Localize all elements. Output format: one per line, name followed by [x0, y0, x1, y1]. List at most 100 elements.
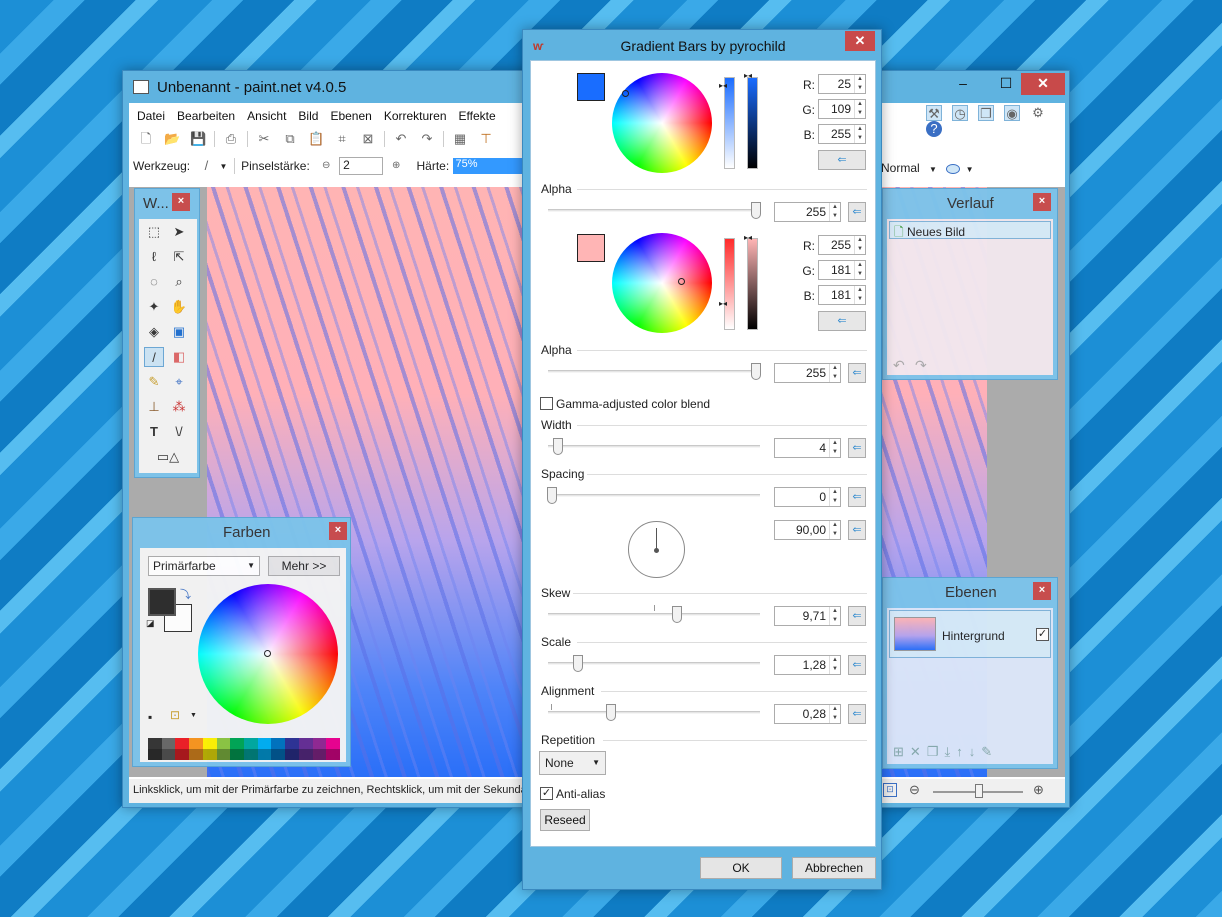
dialog-close-button[interactable]: ✕	[845, 31, 875, 51]
skew-slider-thumb[interactable]	[672, 606, 682, 623]
palette-swatch[interactable]	[312, 738, 327, 749]
lasso-select-icon[interactable]: ℓ	[144, 247, 164, 267]
alignment-reset-button[interactable]: ⇐	[848, 704, 866, 724]
angle-input[interactable]: 90,00 ▲ ▼	[774, 520, 841, 540]
menu-ansicht[interactable]: Ansicht	[241, 105, 292, 123]
spin-arrows-icon[interactable]: ▲ ▼	[829, 607, 840, 625]
spacing-slider-thumb[interactable]	[547, 487, 557, 504]
palette-swatch[interactable]	[326, 749, 340, 760]
spin-arrows-icon[interactable]: ▲ ▼	[829, 656, 840, 674]
color2-r-input[interactable]: 255 ▲ ▼	[818, 235, 866, 255]
palette-swatch[interactable]	[202, 738, 217, 749]
palette-swatch[interactable]	[175, 749, 190, 760]
palette-swatch[interactable]	[189, 738, 203, 749]
color-target-select[interactable]: Primärfarbe ▼	[148, 556, 260, 576]
paintbrush-tool-icon[interactable]: /	[144, 347, 164, 367]
palette-swatch[interactable]	[230, 749, 244, 760]
width-slider-thumb[interactable]	[553, 438, 563, 455]
color-picker-icon[interactable]: ⌖	[169, 372, 189, 392]
alpha1-reset-button[interactable]: ⇐	[848, 202, 866, 222]
spin-arrows-icon[interactable]: ▲ ▼	[829, 439, 840, 457]
alpha2-slider-thumb[interactable]	[751, 363, 761, 380]
menu-bearbeiten[interactable]: Bearbeiten	[171, 105, 241, 123]
color1-b-input[interactable]: 255 ▲ ▼	[818, 124, 866, 144]
spin-arrows-icon[interactable]: ▲ ▼	[854, 100, 865, 118]
redo-icon[interactable]: ↷	[915, 357, 927, 374]
cut-icon[interactable]: ✂	[256, 131, 272, 147]
tools-palette-close-icon[interactable]: ×	[172, 193, 190, 211]
scale-reset-button[interactable]: ⇐	[848, 655, 866, 675]
gradient-tool-icon[interactable]: ▣	[169, 322, 189, 342]
colors-toggle-icon[interactable]: ◉	[1004, 105, 1020, 121]
increase-brush-icon[interactable]: ⊕	[388, 158, 404, 174]
spin-arrows-icon[interactable]: ▲ ▼	[854, 261, 865, 279]
print-icon[interactable]: ⎙	[223, 131, 239, 147]
skew-input[interactable]: 9,71 ▲ ▼	[774, 606, 841, 626]
ok-button[interactable]: OK	[700, 857, 782, 879]
spin-arrows-icon[interactable]: ▲ ▼	[829, 203, 840, 221]
primary-color-swatch[interactable]	[148, 588, 176, 616]
maximize-button[interactable]: ☐	[991, 73, 1021, 95]
shapes-tool-icon[interactable]: ▭△	[153, 447, 183, 467]
add-layer-icon[interactable]: ⊞	[893, 744, 910, 759]
reset-colors-icon[interactable]: ◪	[146, 618, 155, 629]
move-selected-icon[interactable]: ⇱	[169, 247, 189, 267]
delete-layer-icon[interactable]: ✕	[910, 744, 927, 759]
history-palette-close-icon[interactable]: ×	[1033, 193, 1051, 211]
alpha1-input[interactable]: 255 ▲ ▼	[774, 202, 841, 222]
more-colors-button[interactable]: Mehr >>	[268, 556, 340, 576]
color2-wheel[interactable]	[612, 233, 712, 333]
undo-icon[interactable]: ↶	[393, 131, 409, 147]
redo-icon[interactable]: ↷	[419, 131, 435, 147]
help-icon[interactable]: ?	[926, 121, 942, 137]
tools-toggle-icon[interactable]: ⚒	[926, 105, 942, 121]
color2-saturation-bar[interactable]	[724, 238, 735, 330]
hardness-slider[interactable]: 75%	[452, 158, 533, 174]
scale-slider-thumb[interactable]	[573, 655, 583, 672]
add-color-icon[interactable]: ▪	[148, 710, 152, 724]
palette-swatch[interactable]	[148, 749, 162, 760]
pencil-icon[interactable]: ✎	[144, 372, 164, 392]
deselect-icon[interactable]: ⊠	[360, 131, 376, 147]
save-icon[interactable]: 💾	[190, 131, 206, 147]
text-tool-icon[interactable]: T	[144, 422, 164, 442]
palette-swatch[interactable]	[257, 749, 272, 760]
palette-swatch[interactable]	[298, 738, 313, 749]
alignment-slider-thumb[interactable]	[606, 704, 616, 721]
palette-swatch[interactable]	[175, 738, 190, 749]
open-icon[interactable]: 📂	[164, 131, 180, 147]
color2-swatch[interactable]	[577, 234, 605, 262]
spin-arrows-icon[interactable]: ▲ ▼	[854, 75, 865, 93]
reseed-button[interactable]: Reseed	[540, 809, 590, 831]
brush-width-input[interactable]: 2	[339, 157, 384, 175]
palette-swatch[interactable]	[257, 738, 272, 749]
magic-wand-icon[interactable]: ✦	[144, 297, 164, 317]
alpha2-slider-track[interactable]	[548, 370, 760, 373]
spacing-slider-track[interactable]	[548, 494, 760, 497]
layers-toggle-icon[interactable]: ❐	[978, 105, 994, 121]
spin-arrows-icon[interactable]: ▲ ▼	[829, 488, 840, 506]
spacing-input[interactable]: 0 ▲ ▼	[774, 487, 841, 507]
width-input[interactable]: 4 ▲ ▼	[774, 438, 841, 458]
menu-ebenen[interactable]: Ebenen	[324, 105, 377, 123]
decrease-brush-icon[interactable]: ⊖	[318, 158, 334, 174]
copy-icon[interactable]: ⧉	[282, 131, 298, 147]
antialias-icon[interactable]	[946, 163, 961, 174]
menu-bild[interactable]: Bild	[292, 105, 324, 123]
palette-swatch[interactable]	[216, 749, 231, 760]
color2-g-input[interactable]: 181 ▲ ▼	[818, 260, 866, 280]
scale-input[interactable]: 1,28 ▲ ▼	[774, 655, 841, 675]
paste-icon[interactable]: 📋	[308, 131, 324, 147]
menu-datei[interactable]: Datei	[131, 105, 171, 123]
palette-swatch[interactable]	[244, 749, 258, 760]
duplicate-layer-icon[interactable]: ❐	[927, 744, 945, 759]
menu-korrekturen[interactable]: Korrekturen	[378, 105, 453, 123]
spin-arrows-icon[interactable]: ▲ ▼	[829, 705, 840, 723]
palette-swatch[interactable]	[202, 749, 217, 760]
merge-layer-icon[interactable]: ⤓	[944, 744, 956, 759]
antialias-checkbox[interactable]: ✓	[540, 787, 553, 800]
pan-hand-icon[interactable]: ✋	[169, 297, 189, 317]
palette-menu-icon[interactable]: ⊡	[170, 708, 180, 722]
palette-swatch[interactable]	[148, 738, 162, 749]
palette-swatch[interactable]	[271, 738, 286, 749]
